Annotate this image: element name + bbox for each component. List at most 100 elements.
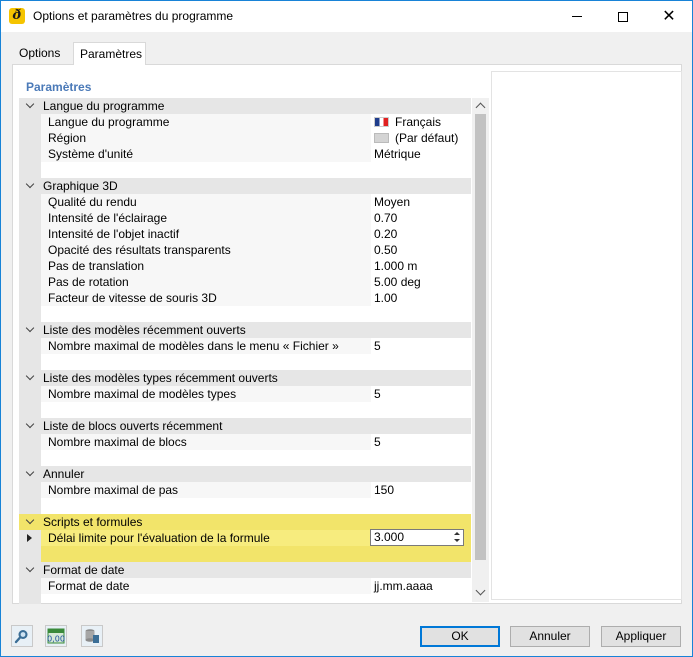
prop-row[interactable]: Pas de translation 1.000 m	[19, 258, 471, 274]
group-annuler[interactable]: Annuler	[19, 466, 471, 482]
row-gutter	[19, 498, 41, 514]
group-langue[interactable]: Langue du programme	[19, 98, 471, 114]
chevron-down-icon[interactable]	[25, 324, 35, 334]
prop-name: Intensité de l'éclairage	[48, 211, 168, 225]
group-label: Format de date	[43, 563, 125, 577]
name-cell	[41, 130, 371, 146]
prop-name: Qualité du rendu	[48, 195, 137, 209]
prop-name: Région	[48, 131, 87, 145]
spin-input-value: 3.000	[374, 530, 405, 544]
row-gutter	[19, 578, 41, 594]
apply-button[interactable]: Appliquer	[601, 626, 681, 647]
prop-row[interactable]: Opacité des résultats transparents 0.50	[19, 242, 471, 258]
ok-button[interactable]: OK	[420, 626, 500, 647]
prop-row[interactable]: Intensité de l'éclairage 0.70	[19, 210, 471, 226]
close-icon: ✕	[662, 7, 676, 25]
svg-text:0,00: 0,00	[47, 635, 65, 644]
close-button[interactable]: ✕	[646, 1, 692, 32]
row-gutter	[19, 242, 41, 258]
spin-buttons[interactable]	[453, 531, 461, 544]
prop-name: Intensité de l'objet inactif	[48, 227, 180, 241]
prop-name: Système d'unité	[48, 147, 134, 161]
tab-parametres[interactable]: Paramètres	[73, 42, 146, 65]
group-separator	[19, 450, 471, 466]
group-label: Graphique 3D	[43, 179, 118, 193]
group-recents[interactable]: Liste des modèles récemment ouverts	[19, 322, 471, 338]
row-gutter	[19, 402, 41, 418]
row-gutter	[19, 194, 41, 210]
prop-row[interactable]: Nombre maximal de pas 150	[19, 482, 471, 498]
prop-row[interactable]: Nombre maximal de blocs 5	[19, 434, 471, 450]
prop-value: (Par défaut)	[374, 131, 458, 145]
title-bar: ð Options et paramètres du programme ✕	[1, 1, 692, 32]
spin-down-icon[interactable]	[454, 539, 460, 542]
scroll-thumb[interactable]	[475, 114, 486, 560]
group-blocs[interactable]: Liste de blocs ouverts récemment	[19, 418, 471, 434]
row-gutter	[19, 290, 41, 306]
prop-row[interactable]: Nombre maximal de modèles types 5	[19, 386, 471, 402]
group-types[interactable]: Liste des modèles types récemment ouvert…	[19, 370, 471, 386]
maximize-button[interactable]	[600, 1, 646, 32]
chevron-down-icon[interactable]	[25, 564, 35, 574]
prop-value: 150	[374, 483, 395, 497]
row-gutter	[19, 274, 41, 290]
prop-value: 1.00	[374, 291, 398, 305]
prop-value: 0.70	[374, 211, 398, 225]
chevron-down-icon[interactable]	[25, 100, 35, 110]
maximize-icon	[618, 11, 628, 22]
row-gutter	[19, 434, 41, 450]
prop-row[interactable]: Qualité du rendu Moyen	[19, 194, 471, 210]
group-graphique[interactable]: Graphique 3D	[19, 178, 471, 194]
row-gutter	[19, 162, 41, 178]
prop-value: 0.20	[374, 227, 398, 241]
property-grid: Paramètres Langue du programme Langue du…	[19, 71, 489, 604]
prop-row[interactable]: Région (Par défaut)	[19, 130, 471, 146]
prop-row[interactable]: Système d'unité Métrique	[19, 146, 471, 162]
prop-name: Nombre maximal de blocs	[48, 435, 187, 449]
row-gutter	[19, 130, 41, 146]
prop-name: Format de date	[48, 579, 130, 593]
prop-value: Métrique	[374, 147, 421, 161]
group-scripts[interactable]: Scripts et formules	[19, 514, 471, 530]
minimize-icon	[572, 16, 582, 17]
current-row-arrow-icon	[27, 534, 32, 542]
scroll-up-icon[interactable]	[475, 102, 486, 113]
region-swatch-icon	[374, 133, 389, 143]
prop-row[interactable]: Intensité de l'objet inactif 0.20	[19, 226, 471, 242]
chevron-down-icon[interactable]	[25, 180, 35, 190]
row-gutter	[19, 546, 41, 562]
row-gutter	[19, 354, 41, 370]
scroll-down-icon[interactable]	[475, 585, 486, 596]
prop-value: 5.00 deg	[374, 275, 421, 289]
spin-up-icon[interactable]	[454, 532, 460, 535]
cancel-button[interactable]: Annuler	[510, 626, 590, 647]
group-label: Scripts et formules	[43, 515, 143, 529]
help-search-button[interactable]	[11, 625, 33, 647]
row-gutter	[19, 226, 41, 242]
chevron-down-icon[interactable]	[25, 468, 35, 478]
group-label: Liste des modèles récemment ouverts	[43, 323, 246, 337]
prop-value: jj.mm.aaaa	[374, 579, 433, 593]
chevron-down-icon[interactable]	[25, 420, 35, 430]
minimize-button[interactable]	[554, 1, 600, 32]
vertical-scrollbar[interactable]	[472, 98, 489, 602]
prop-name: Pas de rotation	[48, 275, 129, 289]
prop-row[interactable]: Pas de rotation 5.00 deg	[19, 274, 471, 290]
prop-name: Opacité des résultats transparents	[48, 243, 231, 257]
chevron-down-icon[interactable]	[25, 372, 35, 382]
prop-value: Français	[374, 115, 441, 129]
units-button[interactable]: 0,00	[45, 625, 67, 647]
tab-options[interactable]: Options	[13, 44, 73, 64]
prop-value: 5	[374, 387, 381, 401]
prop-name: Facteur de vitesse de souris 3D	[48, 291, 217, 305]
row-gutter	[19, 146, 41, 162]
prop-row[interactable]: Format de date jj.mm.aaaa	[19, 578, 471, 594]
prop-row[interactable]: Nombre maximal de modèles dans le menu «…	[19, 338, 471, 354]
timeout-spin-input[interactable]: 3.000	[370, 529, 464, 546]
database-button[interactable]	[81, 625, 103, 647]
prop-row-selected[interactable]: Délai limite pour l'évaluation de la for…	[19, 529, 471, 546]
prop-row[interactable]: Facteur de vitesse de souris 3D 1.00	[19, 290, 471, 306]
prop-row[interactable]: Langue du programme Français	[19, 114, 471, 130]
group-date[interactable]: Format de date	[19, 562, 471, 578]
chevron-down-icon[interactable]	[25, 516, 35, 526]
